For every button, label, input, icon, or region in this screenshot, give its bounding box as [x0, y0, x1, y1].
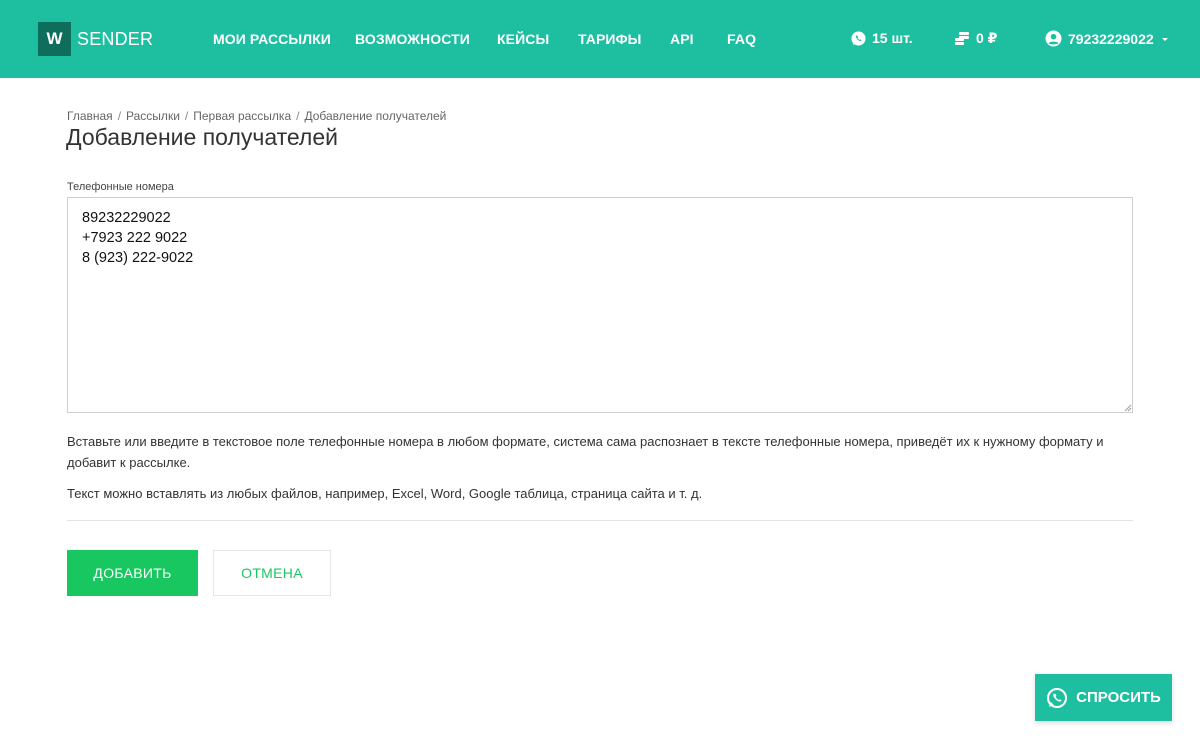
ask-chat-button[interactable]: СПРОСИТЬ	[1035, 674, 1172, 721]
coins-icon	[955, 32, 969, 45]
user-menu[interactable]: 79232229022	[1045, 30, 1170, 47]
phones-textarea[interactable]: 89232229022 +7923 222 9022 8 (923) 222-9…	[67, 197, 1133, 413]
phones-label: Телефонные номера	[67, 181, 174, 193]
breadcrumb-current: Добавление получателей	[304, 109, 447, 123]
caret-down-icon	[1161, 37, 1168, 41]
breadcrumb-mailings[interactable]: Рассылки	[126, 109, 180, 123]
nav-my-mailings[interactable]: МОИ РАССЫЛКИ	[213, 31, 331, 47]
resize-handle-icon[interactable]	[1124, 404, 1132, 412]
balance[interactable]: 0 ₽	[954, 30, 997, 47]
ask-label: СПРОСИТЬ	[1076, 689, 1161, 706]
help-text-formats: Вставьте или введите в текстовое поле те…	[67, 434, 1104, 470]
nav-features[interactable]: ВОЗМОЖНОСТИ	[355, 31, 470, 47]
nav-api[interactable]: API	[670, 31, 694, 47]
logo-text: SENDER	[77, 28, 154, 49]
cancel-button[interactable]: ОТМЕНА	[213, 550, 331, 596]
nav-faq[interactable]: FAQ	[727, 31, 756, 47]
user-circle-icon	[1045, 30, 1062, 47]
help-text-sources: Текст можно вставлять из любых файлов, н…	[67, 486, 703, 501]
breadcrumb: Главная / Рассылки / Первая рассылка / Добавле…	[67, 109, 446, 123]
messages-counter[interactable]: 15 шт.	[851, 30, 913, 46]
messages-count: 15 шт.	[872, 30, 913, 46]
breadcrumb-home[interactable]: Главная	[67, 109, 113, 123]
breadcrumb-separator: /	[117, 109, 122, 123]
breadcrumb-separator: /	[184, 109, 189, 123]
breadcrumb-separator: /	[296, 109, 300, 123]
logo-mark: W	[38, 22, 71, 56]
user-phone: 79232229022	[1068, 30, 1154, 47]
breadcrumb-first-mailing[interactable]: Первая рассылка	[193, 109, 291, 123]
nav-pricing[interactable]: ТАРИФЫ	[578, 31, 641, 47]
page-title: Добавление получателей	[66, 124, 338, 150]
whatsapp-icon	[851, 30, 866, 46]
balance-amount: 0 ₽	[976, 30, 998, 46]
top-navbar: W SENDER МОИ РАССЫЛКИ ВОЗМОЖНОСТИ КЕЙСЫ …	[0, 0, 1200, 78]
nav-cases[interactable]: КЕЙСЫ	[497, 31, 549, 47]
whatsapp-icon	[1047, 687, 1068, 708]
add-button[interactable]: ДОБАВИТЬ	[67, 550, 198, 596]
divider	[67, 520, 1133, 521]
logo[interactable]: W SENDER	[38, 22, 153, 56]
